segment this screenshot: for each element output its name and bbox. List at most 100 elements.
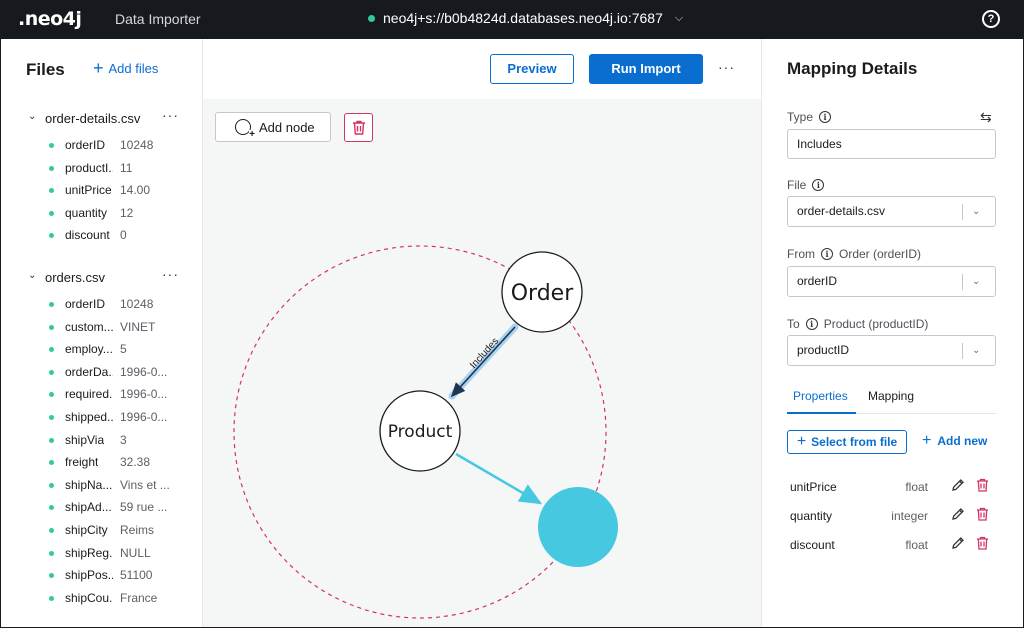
field-name: orderID xyxy=(65,138,106,152)
file-select[interactable]: order-details.csv ⌄ xyxy=(787,196,996,227)
type-label: Type xyxy=(787,110,814,124)
file-group-orders: ⌄ orders.csv ··· orderID 10248 custom... V… xyxy=(0,266,202,611)
run-import-button[interactable]: Run Import xyxy=(589,54,703,84)
trash-icon[interactable] xyxy=(976,478,989,492)
field-value: France xyxy=(120,590,158,605)
node-product[interactable]: Product xyxy=(379,390,461,472)
file-select-value: order-details.csv xyxy=(797,204,886,218)
field-name: shipCity xyxy=(65,522,108,537)
field-value: 59 rue ... xyxy=(120,500,168,515)
files-title: Files xyxy=(26,60,65,79)
chevron-down-icon[interactable]: ⌄ xyxy=(972,267,980,296)
field-status-icon xyxy=(49,505,54,511)
from-label: From xyxy=(787,247,815,261)
info-icon[interactable]: i xyxy=(821,248,833,260)
from-label-row: From i Order (orderID) xyxy=(787,247,921,261)
add-files-button[interactable]: + Add files xyxy=(93,59,159,77)
list-item: employ... 5 xyxy=(0,339,202,362)
field-value: 32.38 xyxy=(120,455,151,470)
field-name: employ... xyxy=(65,342,113,357)
field-name: shipCou... xyxy=(65,590,113,605)
chevron-down-icon[interactable]: ⌄ xyxy=(28,270,36,281)
edit-icon[interactable] xyxy=(951,478,965,492)
list-item: shipCou... France xyxy=(0,588,202,611)
field-name: unitPrice xyxy=(65,183,112,198)
swap-direction-icon[interactable]: ⇆ xyxy=(980,109,992,126)
delete-button[interactable] xyxy=(344,113,373,142)
field-status-icon xyxy=(49,414,54,420)
property-type: float xyxy=(905,538,928,552)
list-item: orderDa... 1996-0... xyxy=(0,362,202,385)
select-from-file-button[interactable]: + Select from file xyxy=(787,430,907,454)
field-value: 0 xyxy=(120,228,127,243)
add-node-label: Add node xyxy=(259,119,315,135)
to-select-value: productID xyxy=(797,343,850,357)
to-label: To xyxy=(787,317,800,331)
field-status-icon xyxy=(49,210,54,216)
field-value: 3 xyxy=(120,432,127,447)
field-status-icon xyxy=(49,482,54,488)
files-sidebar: Files + Add files ⌄ order-details.csv ··… xyxy=(0,39,202,628)
to-select[interactable]: productID ⌄ xyxy=(787,335,996,366)
add-node-button[interactable]: Add node xyxy=(215,112,331,142)
field-value: 1996-0... xyxy=(120,387,168,402)
trash-icon[interactable] xyxy=(976,507,989,521)
field-value: 1996-0... xyxy=(120,409,168,424)
field-status-icon xyxy=(49,324,54,330)
node-order[interactable]: Order xyxy=(501,251,583,333)
new-node[interactable] xyxy=(538,487,618,567)
file-label: File xyxy=(787,178,807,192)
type-input[interactable]: Includes xyxy=(787,129,996,159)
preview-button[interactable]: Preview xyxy=(490,54,574,84)
field-status-icon xyxy=(49,460,54,466)
field-value: 1996-0... xyxy=(120,364,168,379)
field-name: productI... xyxy=(65,160,113,175)
from-select[interactable]: orderID ⌄ xyxy=(787,266,996,297)
tab-properties[interactable]: Properties xyxy=(793,389,848,403)
field-status-icon xyxy=(49,302,54,307)
list-item: orderID 10248 xyxy=(0,135,202,158)
more-icon[interactable]: ··· xyxy=(162,107,179,123)
divider xyxy=(202,39,203,628)
app-title: Data Importer xyxy=(115,11,201,27)
info-icon[interactable]: i xyxy=(819,111,832,123)
trash-icon[interactable] xyxy=(976,536,989,550)
tab-mapping[interactable]: Mapping xyxy=(868,389,914,403)
from-select-value: orderID xyxy=(797,274,838,288)
relationship-label: Includes xyxy=(468,336,501,371)
field-status-icon xyxy=(49,369,54,375)
file-header[interactable]: ⌄ order-details.csv ··· xyxy=(0,107,202,129)
more-icon[interactable]: ··· xyxy=(162,266,179,282)
edit-icon[interactable] xyxy=(951,536,965,550)
field-name: discount xyxy=(65,228,110,243)
file-name: order-details.csv xyxy=(45,111,141,126)
field-name: shipPos... xyxy=(65,568,113,583)
field-name: freight xyxy=(65,455,99,470)
chevron-down-icon[interactable]: ⌄ xyxy=(28,111,36,122)
field-name: shipAd... xyxy=(65,500,112,515)
edit-icon[interactable] xyxy=(951,507,965,521)
list-item: discount 0 xyxy=(0,225,202,248)
add-new-property-button[interactable]: + Add new xyxy=(922,433,987,449)
list-item: custom... VINET xyxy=(0,317,202,340)
list-item: unitPrice 14.00 xyxy=(0,180,202,203)
field-value: 11 xyxy=(120,160,133,175)
property-row: unitPrice float xyxy=(787,476,996,500)
help-icon[interactable]: ? xyxy=(982,10,1000,28)
file-name: orders.csv xyxy=(45,270,105,285)
chevron-down-icon[interactable]: ⌄ xyxy=(972,336,980,365)
database-selector[interactable]: neo4j+s://b0b4824d.databases.neo4j.io:76… xyxy=(368,10,683,26)
info-icon[interactable]: i xyxy=(812,179,825,191)
from-node-label: Order (orderID) xyxy=(839,247,922,261)
list-item: shipAd... 59 rue ... xyxy=(0,497,202,520)
field-name: orderDa... xyxy=(65,364,113,379)
more-icon[interactable]: ··· xyxy=(718,59,735,75)
field-name: quantity xyxy=(65,205,108,220)
file-header[interactable]: ⌄ orders.csv ··· xyxy=(0,266,202,288)
field-value: 10248 xyxy=(120,297,154,311)
add-files-label: Add files xyxy=(108,61,159,76)
field-value: Reims xyxy=(120,522,155,537)
info-icon[interactable]: i xyxy=(805,318,818,330)
chevron-down-icon[interactable]: ⌄ xyxy=(972,197,980,226)
list-item: shipVia 3 xyxy=(0,430,202,453)
